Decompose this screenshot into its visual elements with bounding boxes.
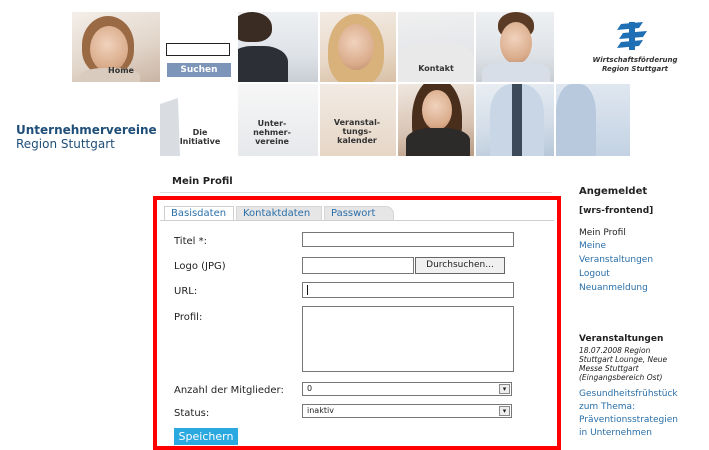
search-button[interactable]: Suchen bbox=[167, 63, 231, 77]
wrs-logo-text: Wirtschaftsförderung Region Stuttgart bbox=[592, 56, 678, 73]
wrs-logo-icon bbox=[615, 20, 649, 52]
titel-field[interactable] bbox=[302, 232, 514, 247]
nav-veranstaltungskalender[interactable]: Veranstal-tungs-kalender bbox=[326, 118, 388, 145]
username: [wrs-frontend] bbox=[579, 206, 654, 216]
profile-tabs: Basisdaten Kontaktdaten Passwort bbox=[160, 206, 554, 220]
site-brand[interactable]: Unternehmervereine Region Stuttgart bbox=[16, 123, 157, 151]
header-photo-7 bbox=[476, 84, 554, 156]
nav-unternehmervereine[interactable]: Unter-nehmer-vereine bbox=[246, 119, 298, 146]
status-select[interactable]: inaktiv ▾ bbox=[302, 404, 512, 418]
tab-divider bbox=[160, 220, 554, 221]
tab-passwort[interactable]: Passwort bbox=[324, 206, 394, 220]
header-photo-5 bbox=[476, 12, 554, 82]
profil-label: Profil: bbox=[174, 312, 203, 323]
search-input[interactable] bbox=[166, 43, 230, 56]
sidebar-link-logout[interactable]: Logout bbox=[579, 268, 610, 281]
save-button[interactable]: Speichern bbox=[174, 428, 238, 445]
titel-label: Titel *: bbox=[174, 236, 207, 247]
status-label: Status: bbox=[174, 408, 210, 419]
nav-home[interactable]: Home bbox=[104, 66, 138, 75]
mitglieder-label: Anzahl der Mitglieder: bbox=[174, 385, 284, 396]
header-photo-3 bbox=[320, 12, 396, 82]
logo-label: Logo (JPG) bbox=[174, 261, 226, 272]
sidebar-link-veranstaltungen[interactable]: Veranstaltungen bbox=[579, 254, 653, 267]
event-link[interactable]: Gesundheitsfrühstück zum Thema: Präventi… bbox=[579, 388, 678, 440]
browse-button[interactable]: Durchsuchen... bbox=[415, 257, 505, 274]
events-heading: Veranstaltungen bbox=[579, 334, 664, 344]
event-info: 18.07.2008 Region Stuttgart Lounge, Neue… bbox=[579, 346, 668, 382]
tab-basisdaten[interactable]: Basisdaten bbox=[164, 206, 234, 220]
title-divider bbox=[160, 192, 552, 193]
logo-file-field[interactable] bbox=[302, 257, 414, 274]
chevron-down-icon[interactable]: ▾ bbox=[499, 384, 510, 394]
page-title: Mein Profil bbox=[172, 176, 233, 187]
profil-textarea[interactable] bbox=[302, 306, 514, 372]
nav-initiative[interactable]: Die Initiative bbox=[170, 128, 230, 146]
header-photo-2 bbox=[238, 12, 318, 82]
mitglieder-select[interactable]: 0 ▾ bbox=[302, 382, 512, 396]
sidebar-link-neuanmeldung[interactable]: Neuanmeldung bbox=[579, 282, 648, 295]
header-photo-6 bbox=[398, 84, 474, 156]
text-cursor bbox=[307, 285, 308, 295]
chevron-down-icon[interactable]: ▾ bbox=[499, 406, 510, 416]
tab-kontaktdaten[interactable]: Kontaktdaten bbox=[236, 206, 322, 220]
url-field[interactable] bbox=[302, 282, 514, 298]
sidebar-current-page: Mein Profil bbox=[579, 228, 626, 238]
logged-in-heading: Angemeldet bbox=[579, 186, 648, 197]
nav-kontakt[interactable]: Kontakt bbox=[414, 64, 458, 73]
header-photo-8 bbox=[556, 84, 630, 156]
url-label: URL: bbox=[174, 286, 198, 297]
sidebar-link-meine[interactable]: Meine bbox=[579, 240, 606, 253]
